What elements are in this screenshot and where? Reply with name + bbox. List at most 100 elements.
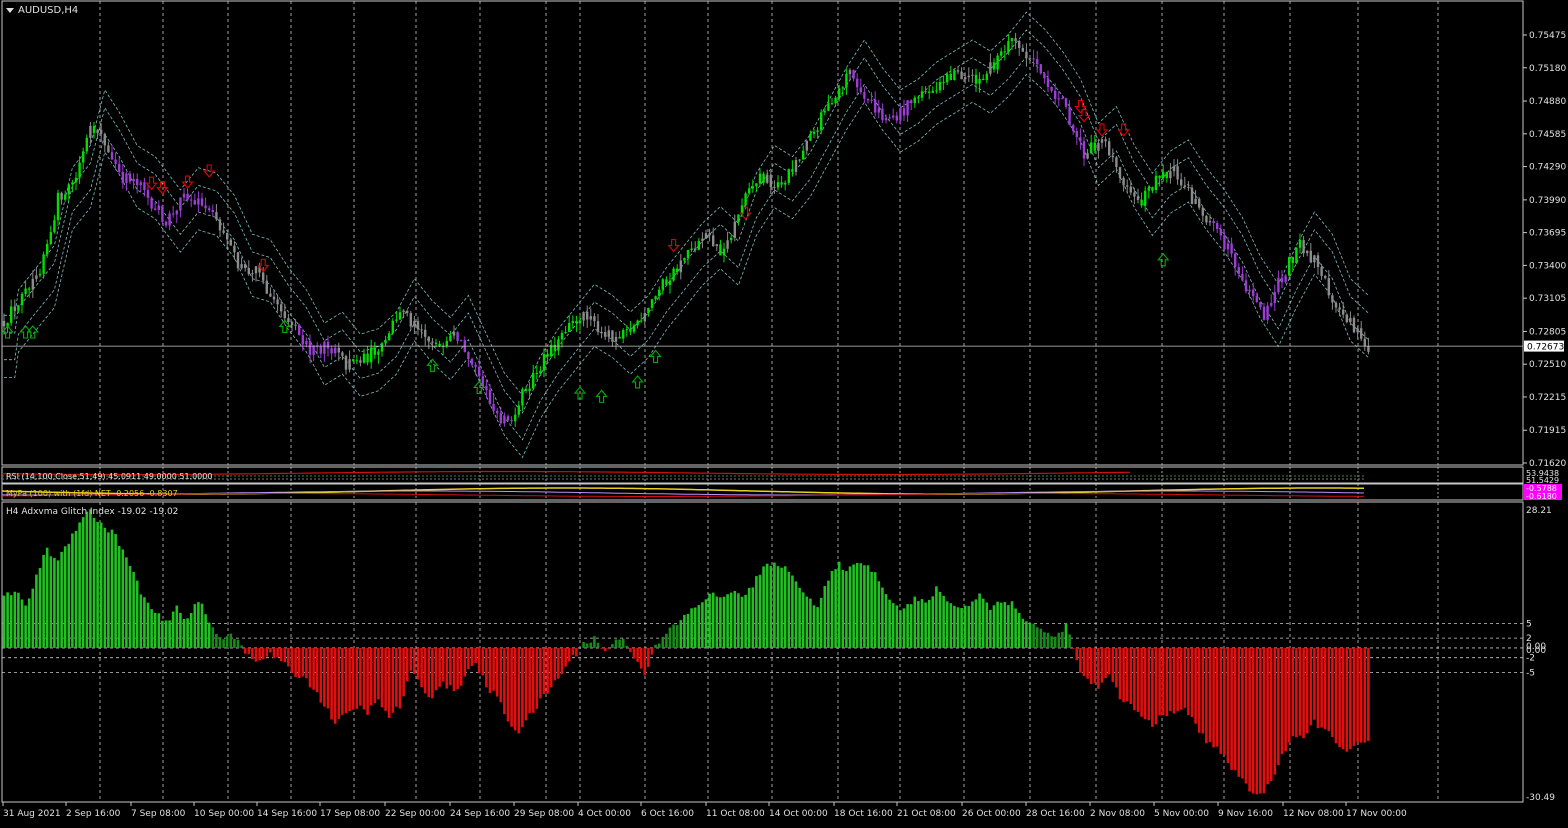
- candle-body: [366, 354, 368, 363]
- histogram-bar: [1284, 648, 1287, 751]
- candle-body: [543, 354, 545, 371]
- histogram-bar: [813, 605, 816, 648]
- histogram-bar: [795, 581, 798, 647]
- histogram-bar: [93, 518, 96, 648]
- candle-body: [1004, 51, 1006, 52]
- candle-body: [1148, 187, 1150, 190]
- histogram-bar: [1248, 648, 1251, 792]
- histogram-bar: [1310, 648, 1313, 725]
- histogram-bar: [287, 648, 290, 667]
- histogram-bar: [1205, 648, 1208, 743]
- histogram-bar: [1004, 602, 1007, 648]
- candle-body: [46, 244, 48, 254]
- histogram-bar: [1083, 648, 1086, 676]
- histogram-bar: [816, 607, 819, 648]
- candle-body: [795, 160, 797, 172]
- candle-body: [410, 313, 412, 326]
- histogram-bar: [467, 648, 470, 669]
- histogram-bar: [978, 593, 981, 647]
- histogram-bar: [302, 648, 305, 676]
- histogram-bar: [752, 587, 755, 648]
- candle-body: [719, 244, 721, 255]
- candle-body: [914, 98, 916, 104]
- histogram-bar: [179, 613, 182, 648]
- candle-body: [1310, 251, 1312, 263]
- candle-body: [165, 222, 167, 226]
- histogram-bar: [269, 648, 272, 652]
- candle-body: [1346, 315, 1348, 323]
- histogram-bar: [1328, 648, 1331, 731]
- histogram-bar: [298, 648, 301, 678]
- candle-body: [212, 210, 214, 212]
- histogram-bar: [968, 606, 971, 648]
- histogram-bar: [222, 639, 225, 648]
- candle-body: [676, 269, 678, 273]
- candle-body: [1130, 187, 1132, 193]
- candle-body: [1302, 240, 1304, 253]
- candle-body: [251, 273, 253, 274]
- candle-body: [244, 264, 246, 268]
- candle-body: [788, 169, 790, 183]
- candle-body: [363, 354, 365, 363]
- chart-canvas[interactable]: AUDUSD,H4 0.754750.751800.748800.745850.…: [0, 0, 1568, 824]
- candle-body: [485, 386, 487, 390]
- candle-body: [662, 279, 664, 289]
- histogram-bar: [334, 648, 337, 724]
- histogram-bar: [500, 648, 503, 702]
- histogram-bar: [1007, 605, 1010, 648]
- candle-body: [957, 70, 959, 71]
- candle-body: [690, 248, 692, 250]
- candle-body: [93, 126, 95, 133]
- candle-body: [377, 352, 379, 355]
- histogram-bar: [1079, 648, 1082, 673]
- candle-body: [1068, 107, 1070, 125]
- candle-body: [978, 79, 980, 84]
- adx-axis-label: 5: [1526, 619, 1532, 629]
- histogram-bar: [1238, 648, 1241, 777]
- candle-body: [813, 132, 815, 134]
- histogram-bar: [305, 648, 308, 678]
- histogram-bar: [806, 597, 809, 648]
- histogram-bar: [492, 648, 495, 691]
- price-axis-label: 0.73990: [1529, 196, 1566, 206]
- histogram-bar: [402, 648, 405, 696]
- histogram-bar: [636, 648, 639, 662]
- candle-body: [374, 347, 376, 354]
- candle-body: [1317, 255, 1319, 267]
- histogram-bar: [1256, 648, 1259, 794]
- histogram-bar: [1324, 648, 1327, 729]
- histogram-bar: [730, 593, 733, 648]
- trading-chart-window[interactable]: AUDUSD,H4 0.754750.751800.748800.745850.…: [0, 0, 1568, 824]
- histogram-bar: [748, 588, 751, 648]
- candle-body: [107, 145, 109, 152]
- histogram-bar: [780, 568, 783, 648]
- candle-body: [273, 297, 275, 300]
- histogram-bar: [1245, 648, 1248, 784]
- candle-body: [1007, 41, 1009, 52]
- histogram-bar: [1346, 648, 1349, 752]
- candle-body: [208, 208, 210, 210]
- candle-body: [878, 109, 880, 113]
- candle-body: [460, 340, 462, 341]
- histogram-bar: [172, 612, 175, 648]
- histogram-bar: [114, 534, 117, 648]
- candle-body: [964, 77, 966, 79]
- histogram-bar: [1227, 648, 1230, 763]
- time-axis-label: 18 Oct 16:00: [834, 809, 893, 819]
- candle-body: [197, 198, 199, 204]
- candle-body: [399, 312, 401, 320]
- histogram-bar: [564, 648, 567, 667]
- histogram-bar: [1187, 648, 1190, 715]
- candle-body: [806, 141, 808, 151]
- candle-body: [1299, 240, 1301, 248]
- histogram-bar: [176, 606, 179, 648]
- histogram-bar: [719, 597, 722, 648]
- candle-body: [471, 359, 473, 365]
- candle-body: [1151, 187, 1153, 190]
- histogram-bar: [125, 557, 128, 648]
- histogram-bar: [316, 648, 319, 692]
- candle-body: [266, 281, 268, 294]
- candle-body: [345, 356, 347, 370]
- histogram-bar: [629, 648, 632, 652]
- histogram-bar: [1065, 623, 1068, 648]
